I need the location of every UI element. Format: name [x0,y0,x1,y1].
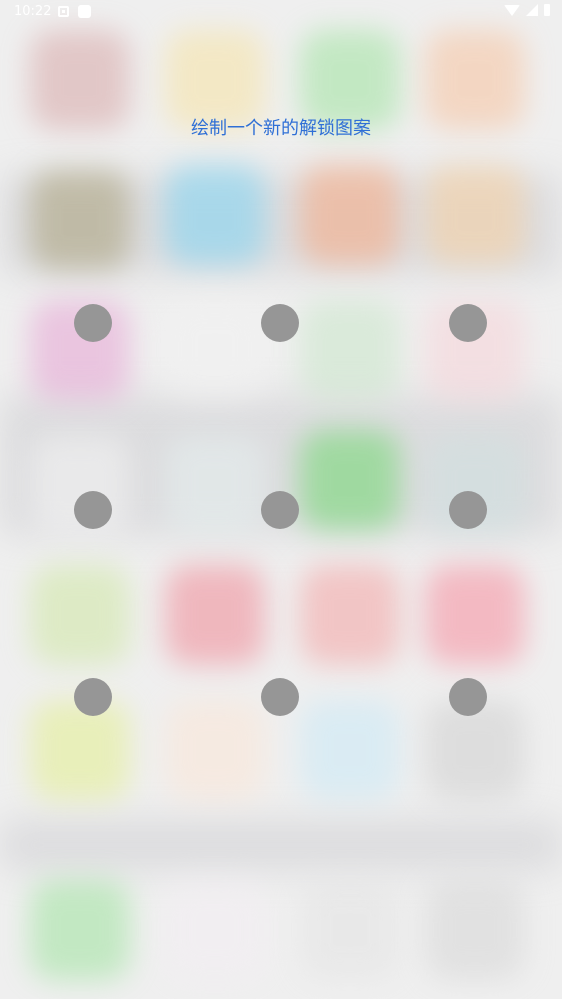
pattern-dot-9[interactable] [449,678,487,716]
pattern-dot-2[interactable] [261,304,299,342]
pattern-grid [0,0,562,999]
pattern-lock-screen: 10:22 绘制一个新的解锁图案 [0,0,562,999]
pattern-dot-8[interactable] [261,678,299,716]
pattern-dot-4[interactable] [74,491,112,529]
pattern-dot-5[interactable] [261,491,299,529]
pattern-dot-1[interactable] [74,304,112,342]
pattern-dot-7[interactable] [74,678,112,716]
pattern-dot-6[interactable] [449,491,487,529]
pattern-dot-3[interactable] [449,304,487,342]
